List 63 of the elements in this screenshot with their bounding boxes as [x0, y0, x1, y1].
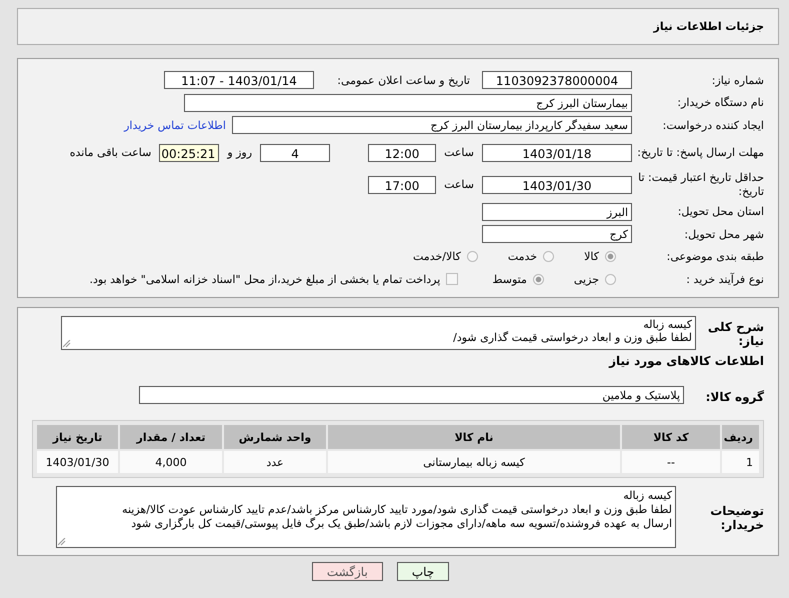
field-label: گروه کالا: — [704, 389, 764, 404]
column-header: نام کالا — [328, 425, 620, 449]
radio-label: متوسط — [492, 272, 527, 286]
field-label: طبقه بندی موضوعی: — [666, 250, 764, 264]
checkbox[interactable] — [446, 273, 458, 286]
table-cell: 1403/01/30 — [37, 451, 118, 473]
input-field[interactable]: 1403/01/14 - 11:07 — [164, 71, 314, 90]
radio-label: جزیی — [574, 272, 599, 286]
field-label: توضیحات خریدار: — [709, 503, 764, 532]
payment-note: پرداخت تمام یا بخشی از مبلغ خرید،از محل "اسناد خزانه اسلامی" خواهد بود. — [90, 272, 440, 286]
table-cell: 4,000 — [120, 451, 222, 473]
input-field[interactable]: سعید سفیدگر کارپرداز بیمارستان البرز کرج — [232, 116, 632, 134]
field-label: تاریخ و ساعت اعلان عمومی: — [336, 74, 470, 87]
input-field[interactable]: کرج — [482, 225, 632, 244]
input-field[interactable]: 1403/01/18 — [482, 144, 632, 162]
radio-button[interactable] — [605, 251, 616, 262]
input-field[interactable]: بیمارستان البرز کرج — [184, 94, 632, 112]
radio-button[interactable] — [532, 274, 544, 285]
field-label: حداقل تاریخ اعتبار قیمت: تا تاریخ: — [637, 170, 764, 198]
buyer-contact-link[interactable]: اطلاعات تماس خریدار — [124, 118, 226, 132]
field-label: ساعت — [444, 146, 474, 159]
text-area[interactable]: کیسه زباله لطفا طبق وزن و ابعاد درخواستی قیمت گذاری شود/ — [61, 316, 696, 350]
field-label: ساعت — [444, 178, 474, 191]
table-cell: عدد — [224, 451, 326, 473]
field-label: ساعت باقی مانده — [70, 146, 152, 159]
field-label: مهلت ارسال پاسخ: تا تاریخ: — [636, 146, 764, 160]
radio-label: خدمت — [508, 250, 538, 264]
input-field[interactable]: 17:00 — [368, 176, 436, 194]
field-label: نوع فرآیند خرید : — [685, 272, 764, 286]
column-header: تاریخ نیاز — [37, 425, 118, 449]
field-label: استان محل تحویل: — [676, 205, 764, 218]
column-header: تعداد / مقدار — [120, 425, 222, 449]
radio-button[interactable] — [605, 274, 616, 285]
countdown-field: 00:25:21 — [159, 144, 220, 162]
text-area[interactable]: کیسه زباله لطفا طبق وزن و ابعاد درخواستی قیمت گذاری شود/مورد تایید کارشناس مرکز باشد/عدم تایید کارشناس عودت کالا/هزینه ارسال به عهده فروشنده/تسویه سه ماهه/دارای مجوزات لازم باشد/طبق یک برگ فایل پیوستی/قیمت کل بارگزاری شود — [56, 486, 676, 548]
table-cell: 1 — [722, 451, 759, 473]
radio-button[interactable] — [466, 251, 478, 262]
field-label: شهر محل تحویل: — [683, 228, 764, 241]
column-header: واحد شمارش — [224, 425, 326, 449]
field-label: شماره نیاز: — [710, 74, 764, 87]
resize-grip-icon[interactable] — [63, 340, 71, 348]
field-label: شرح کلی نیاز: — [706, 319, 764, 348]
input-field[interactable]: 12:00 — [368, 144, 436, 162]
radio-label: کالا/خدمت — [413, 250, 461, 264]
input-field[interactable]: 1103092378000004 — [482, 71, 632, 90]
table-cell: کیسه زباله بیمارستانی — [328, 451, 620, 473]
resize-grip-icon[interactable] — [58, 538, 66, 546]
field-label: ایجاد کننده درخواست: — [662, 118, 764, 132]
field-label: روز و — [227, 146, 252, 159]
column-header: کد کالا — [622, 425, 720, 449]
input-field[interactable]: 1403/01/30 — [482, 176, 632, 194]
field-label: نام دستگاه خریدار: — [676, 96, 764, 110]
input-field[interactable]: پلاستیک و ملامین — [139, 386, 684, 404]
input-field[interactable]: 4 — [260, 144, 330, 162]
table-cell: -- — [622, 451, 720, 473]
section-heading: اطلاعات کالاهای مورد نیاز — [608, 354, 765, 370]
back-button[interactable]: بازگشت — [312, 562, 383, 581]
print-button[interactable]: چاپ — [396, 562, 450, 581]
column-header: ردیف — [722, 425, 759, 449]
radio-button[interactable] — [543, 251, 554, 262]
input-field[interactable]: البرز — [482, 202, 632, 221]
radio-label: کالا — [584, 250, 599, 264]
page-title: جزئیات اطلاعات نیاز — [654, 20, 764, 33]
